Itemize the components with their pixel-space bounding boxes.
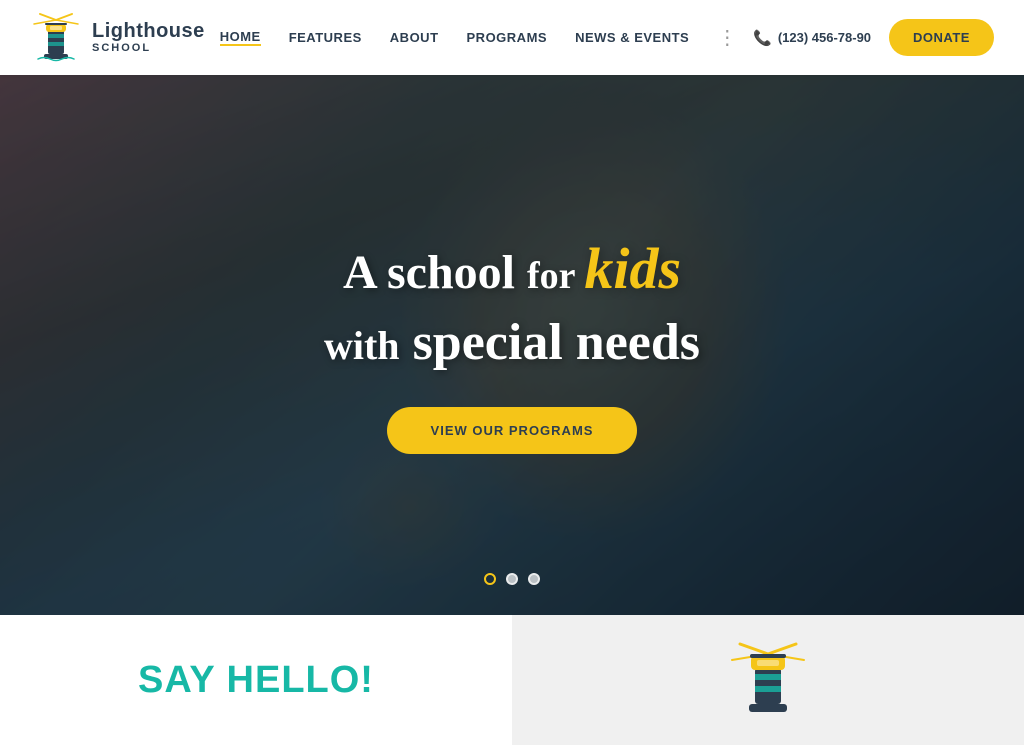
hero-content: A school for kids with special needs VIE… [0,75,1024,615]
hero-text-school: A school [343,246,515,299]
logo-text: Lighthouse SCHOOL [92,20,205,54]
main-nav: HOME FEATURES ABOUT PROGRAMS NEWS & EVEN… [220,25,739,50]
header: Lighthouse SCHOOL HOME FEATURES ABOUT PR… [0,0,1024,75]
logo[interactable]: Lighthouse SCHOOL [30,12,205,64]
hero-section: A school for kids with special needs VIE… [0,75,1024,615]
hero-text-with: with [324,323,400,368]
lighthouse-icon-area [512,615,1024,745]
carousel-dot-3[interactable] [528,573,540,585]
nav-about[interactable]: ABOUT [390,30,439,45]
hero-text-kids: kids [584,236,681,301]
phone-number: (123) 456-78-90 [778,30,871,45]
phone-area: 📞 (123) 456-78-90 [753,29,871,47]
logo-subtitle: SCHOOL [92,42,205,54]
say-hello-text: SAY HELLO! [138,659,374,702]
nav-programs[interactable]: PROGRAMS [467,30,548,45]
hero-carousel-dots [484,573,540,585]
phone-icon: 📞 [753,29,772,47]
carousel-dot-1[interactable] [484,573,496,585]
logo-title: Lighthouse [92,20,205,42]
hero-headline-line2: with special needs [324,313,700,372]
nav-features[interactable]: FEATURES [289,30,362,45]
hero-text-special-needs: special needs [413,314,700,371]
bottom-section: SAY HELLO! [0,615,1024,745]
logo-icon [30,12,82,64]
say-hello-area: SAY HELLO! [0,615,512,745]
lighthouse-decorative-icon [728,640,808,720]
nav-news-events[interactable]: NEWS & EVENTS [575,30,689,45]
hero-text-for: for [527,255,584,297]
more-menu-icon[interactable]: ⋮ [717,25,738,50]
header-right: 📞 (123) 456-78-90 DONATE [753,19,994,56]
view-programs-button[interactable]: VIEW OUR PROGRAMS [387,407,638,454]
donate-button[interactable]: DONATE [889,19,994,56]
nav-home[interactable]: HOME [220,29,261,46]
carousel-dot-2[interactable] [506,573,518,585]
hero-headline-line1: A school for kids [343,236,681,303]
